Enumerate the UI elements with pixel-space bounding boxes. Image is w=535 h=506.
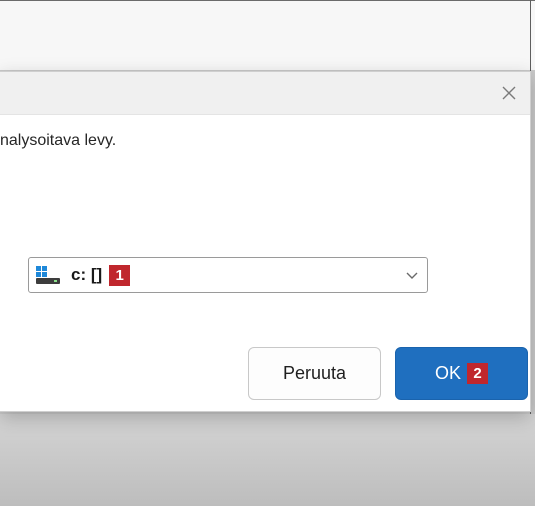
drive-select-value: c: [] <box>71 265 103 284</box>
ok-button-label: OK <box>434 363 461 383</box>
chevron-down-icon <box>405 268 419 287</box>
cancel-button-label: Peruuta <box>282 363 347 383</box>
background-window <box>0 0 535 70</box>
dialog-titlebar <box>0 72 530 115</box>
close-button[interactable] <box>496 80 522 106</box>
cancel-button[interactable]: Peruuta <box>248 347 381 400</box>
select-drive-dialog: nalysoitava levy. c: [] 1 Peruuta OK 2 <box>0 71 531 412</box>
step-badge-2: 2 <box>467 363 488 384</box>
background-area <box>0 414 535 506</box>
close-icon <box>502 86 516 100</box>
drive-icon <box>33 264 63 286</box>
dialog-prompt: nalysoitava levy. <box>0 132 117 149</box>
drive-select[interactable]: c: [] 1 <box>28 257 428 293</box>
step-badge-1: 1 <box>109 264 131 286</box>
ok-button[interactable]: OK 2 <box>395 347 528 400</box>
